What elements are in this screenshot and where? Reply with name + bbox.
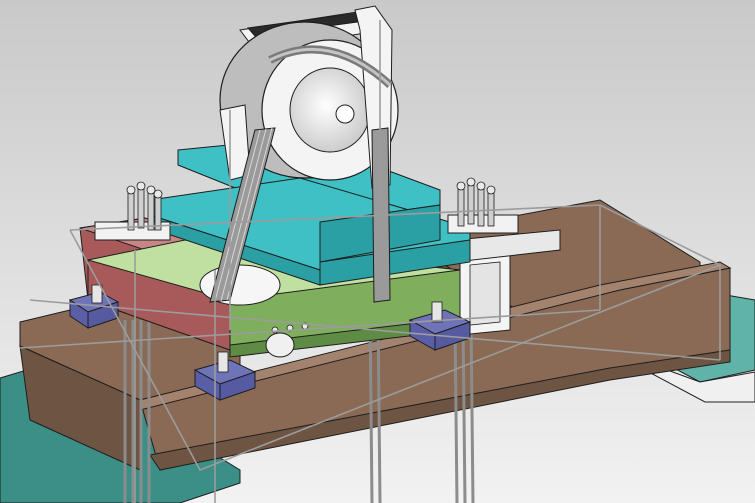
cad-viewport[interactable] [0,0,755,503]
channel-bracket-inner [469,261,501,326]
sheave-hub [335,104,355,124]
sheave-disc [289,67,371,153]
lower-roller [265,332,295,358]
machine-room-assembly [0,0,755,503]
